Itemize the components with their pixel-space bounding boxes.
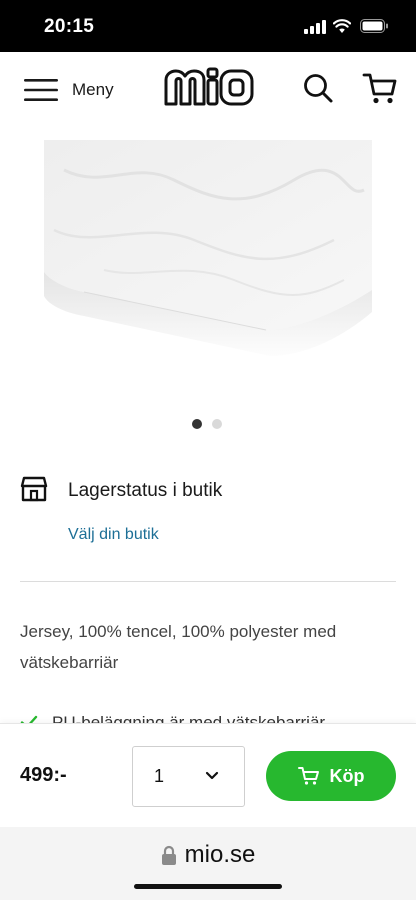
site-header: Meny xyxy=(0,52,416,132)
purchase-bar: 499:- 1 Köp xyxy=(0,723,416,827)
cart-icon xyxy=(297,767,319,785)
carousel-dots xyxy=(192,419,222,429)
quantity-value: 1 xyxy=(154,766,165,786)
browser-address-bar: mio.se xyxy=(0,827,416,900)
hamburger-icon xyxy=(24,79,58,101)
mio-logo[interactable] xyxy=(162,66,256,108)
carousel-dot-1[interactable] xyxy=(192,419,202,429)
divider xyxy=(20,581,396,582)
search-button[interactable] xyxy=(302,72,334,104)
chevron-down-icon xyxy=(205,771,219,780)
buy-button[interactable]: Köp xyxy=(266,751,396,801)
product-image[interactable] xyxy=(44,140,372,372)
url-field[interactable]: mio.se xyxy=(0,841,416,869)
price: 499:- xyxy=(20,764,67,786)
wifi-icon xyxy=(333,19,351,33)
carousel-dot-2[interactable] xyxy=(212,419,222,429)
store-status-title: Lagerstatus i butik xyxy=(68,480,223,501)
home-indicator[interactable] xyxy=(134,884,282,889)
product-description: Jersey, 100% tencel, 100% polyester med … xyxy=(20,622,337,672)
battery-icon xyxy=(360,19,388,33)
status-bar: 20:15 xyxy=(0,0,416,52)
choose-store-link[interactable]: Välj din butik xyxy=(68,526,159,544)
menu-button[interactable]: Meny xyxy=(24,74,114,106)
lock-icon xyxy=(161,845,176,865)
url-text: mio.se xyxy=(184,841,256,868)
quantity-select[interactable]: 1 xyxy=(132,746,245,807)
buy-button-label: Köp xyxy=(329,765,365,786)
cart-button[interactable] xyxy=(362,70,398,106)
cellular-signal-icon xyxy=(304,20,326,34)
menu-label: Meny xyxy=(72,80,114,99)
status-time: 20:15 xyxy=(44,16,95,37)
store-icon xyxy=(20,476,48,502)
